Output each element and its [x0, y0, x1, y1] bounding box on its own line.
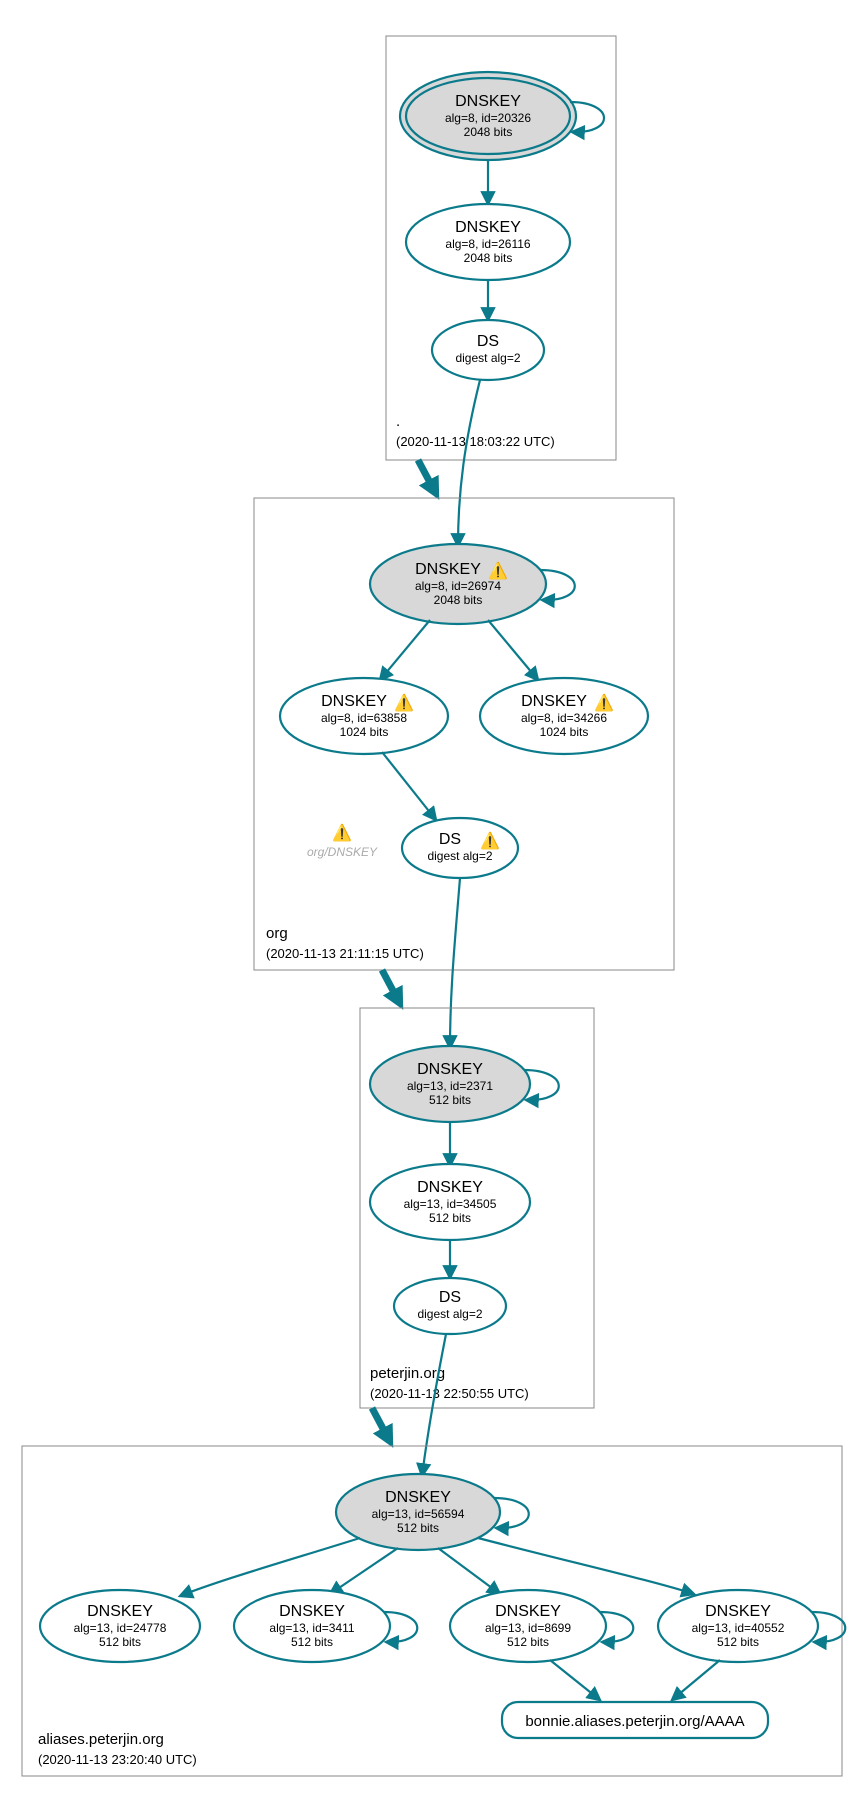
svg-text:alg=8, id=34266: alg=8, id=34266 [521, 711, 607, 725]
svg-text:512 bits: 512 bits [429, 1093, 471, 1107]
svg-text:⚠️: ⚠️ [332, 823, 352, 842]
svg-text:DNSKEY: DNSKEY [321, 693, 387, 710]
node-pj-ds[interactable]: DS digest alg=2 [394, 1278, 506, 1334]
node-org-faded: ⚠️ org/DNSKEY [307, 823, 378, 859]
node-al-k1[interactable]: DNSKEY alg=13, id=24778 512 bits [40, 1590, 200, 1662]
edge-org-ksk-zsk2 [488, 620, 538, 680]
node-root-ksk[interactable]: DNSKEY alg=8, id=20326 2048 bits [400, 72, 576, 160]
zone-root-time: (2020-11-13 18:03:22 UTC) [396, 434, 555, 449]
zone-root-label: . [396, 413, 400, 430]
svg-text:DNSKEY: DNSKEY [417, 1179, 483, 1196]
node-pj-zsk[interactable]: DNSKEY alg=13, id=34505 512 bits [370, 1164, 530, 1240]
svg-text:512 bits: 512 bits [99, 1635, 141, 1649]
node-org-ksk[interactable]: DNSKEY ⚠️ alg=8, id=26974 2048 bits [370, 544, 546, 624]
svg-text:512 bits: 512 bits [397, 1521, 439, 1535]
svg-text:DNSKEY: DNSKEY [385, 1489, 451, 1506]
svg-text:DS: DS [439, 1289, 461, 1306]
svg-text:alg=8, id=26974: alg=8, id=26974 [415, 579, 501, 593]
edge-org-to-pj-zone [382, 970, 398, 1000]
svg-text:alg=13, id=3411: alg=13, id=3411 [269, 1621, 355, 1635]
svg-text:512 bits: 512 bits [507, 1635, 549, 1649]
svg-text:alg=13, id=34505: alg=13, id=34505 [404, 1197, 497, 1211]
svg-text:2048 bits: 2048 bits [434, 593, 483, 607]
svg-text:alg=13, id=40552: alg=13, id=40552 [692, 1621, 785, 1635]
svg-text:alg=13, id=56594: alg=13, id=56594 [372, 1507, 465, 1521]
svg-text:2048 bits: 2048 bits [464, 125, 513, 139]
node-al-ksk[interactable]: DNSKEY alg=13, id=56594 512 bits [336, 1474, 500, 1550]
svg-text:DS: DS [477, 333, 499, 350]
warn-icon: ⚠️ [488, 561, 508, 580]
svg-text:digest alg=2: digest alg=2 [427, 849, 492, 863]
node-root-ds[interactable]: DS digest alg=2 [432, 320, 544, 380]
zone-pj-label: peterjin.org [370, 1365, 445, 1382]
svg-text:alg=8, id=63858: alg=8, id=63858 [321, 711, 407, 725]
node-al-k3[interactable]: DNSKEY alg=13, id=8699 512 bits [450, 1590, 606, 1662]
warn-icon: ⚠️ [394, 693, 414, 712]
svg-text:bonnie.aliases.peterjin.org/AA: bonnie.aliases.peterjin.org/AAAA [525, 1713, 744, 1730]
svg-text:(2020-11-13 22:50:55 UTC): (2020-11-13 22:50:55 UTC) [370, 1386, 529, 1401]
svg-text:DNSKEY: DNSKEY [521, 693, 587, 710]
node-al-k4[interactable]: DNSKEY alg=13, id=40552 512 bits [658, 1590, 818, 1662]
svg-text:alg=13, id=24778: alg=13, id=24778 [74, 1621, 167, 1635]
svg-text:DNSKEY: DNSKEY [455, 93, 521, 110]
edge-org-ds-to-pj-ksk [450, 878, 460, 1048]
svg-text:DNSKEY: DNSKEY [455, 219, 521, 236]
node-root-zsk[interactable]: DNSKEY alg=8, id=26116 2048 bits [406, 204, 570, 280]
svg-text:digest alg=2: digest alg=2 [455, 351, 520, 365]
svg-text:DNSKEY: DNSKEY [87, 1603, 153, 1620]
svg-text:alg=13, id=8699: alg=13, id=8699 [485, 1621, 571, 1635]
svg-text:512 bits: 512 bits [717, 1635, 759, 1649]
svg-text:512 bits: 512 bits [291, 1635, 333, 1649]
warn-icon: ⚠️ [594, 693, 614, 712]
zone-org-time: (2020-11-13 21:11:15 UTC) [266, 946, 424, 961]
svg-text:DNSKEY: DNSKEY [495, 1603, 561, 1620]
node-al-k2[interactable]: DNSKEY alg=13, id=3411 512 bits [234, 1590, 390, 1662]
svg-text:DNSKEY: DNSKEY [415, 561, 481, 578]
node-org-ds[interactable]: DS ⚠️ digest alg=2 [402, 818, 518, 878]
svg-text:digest alg=2: digest alg=2 [417, 1307, 482, 1321]
svg-text:(2020-11-13 23:20:40 UTC): (2020-11-13 23:20:40 UTC) [38, 1752, 197, 1767]
svg-text:2048 bits: 2048 bits [464, 251, 513, 265]
edge-org-zsk1-ds [382, 752, 436, 820]
svg-text:aliases.peterjin.org: aliases.peterjin.org [38, 1731, 164, 1748]
node-al-rr[interactable]: bonnie.aliases.peterjin.org/AAAA [502, 1702, 768, 1738]
node-pj-ksk[interactable]: DNSKEY alg=13, id=2371 512 bits [370, 1046, 530, 1122]
dnssec-graph: . (2020-11-13 18:03:22 UTC) DNSKEY alg=8… [10, 10, 854, 1790]
svg-text:512 bits: 512 bits [429, 1211, 471, 1225]
edge-root-to-org-zone [418, 460, 434, 490]
svg-text:1024 bits: 1024 bits [340, 725, 389, 739]
svg-text:alg=13, id=2371: alg=13, id=2371 [407, 1079, 493, 1093]
svg-text:alg=8, id=20326: alg=8, id=20326 [445, 111, 531, 125]
svg-text:org/DNSKEY: org/DNSKEY [307, 845, 378, 859]
svg-text:DNSKEY: DNSKEY [705, 1603, 771, 1620]
svg-text:alg=8, id=26116: alg=8, id=26116 [445, 237, 531, 251]
svg-text:DNSKEY: DNSKEY [417, 1061, 483, 1078]
svg-text:DNSKEY: DNSKEY [279, 1603, 345, 1620]
warn-icon: ⚠️ [480, 831, 500, 850]
edge-org-ksk-zsk1 [380, 620, 430, 680]
svg-text:DS: DS [439, 831, 461, 848]
svg-text:1024 bits: 1024 bits [540, 725, 589, 739]
zone-org-label: org [266, 925, 288, 942]
node-org-zsk1[interactable]: DNSKEY ⚠️ alg=8, id=63858 1024 bits [280, 678, 448, 754]
edge-root-ds-to-org-ksk [458, 380, 480, 546]
node-org-zsk2[interactable]: DNSKEY ⚠️ alg=8, id=34266 1024 bits [480, 678, 648, 754]
